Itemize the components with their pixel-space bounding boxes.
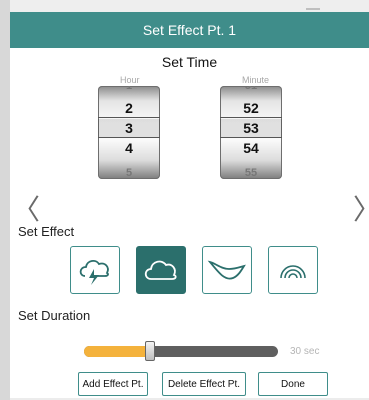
minute-divider xyxy=(220,137,282,138)
minute-picker[interactable]: 51 52 53 54 55 xyxy=(220,86,282,179)
cloud-effect-button[interactable] xyxy=(136,246,186,294)
duration-slider-thumb[interactable] xyxy=(145,341,155,361)
top-strip xyxy=(10,0,369,12)
duration-slider[interactable] xyxy=(84,341,278,361)
hour-value-selected: 3 xyxy=(98,119,160,137)
hour-value: 2 xyxy=(125,100,133,116)
cloud-icon xyxy=(144,260,177,280)
sunset-wave-icon xyxy=(207,260,246,280)
strip-tick xyxy=(306,8,320,10)
sunset-effect-button[interactable] xyxy=(202,246,252,294)
set-time-heading: Set Time xyxy=(161,54,218,70)
storm-effect-button[interactable] xyxy=(70,246,120,294)
delete-effect-point-button[interactable]: Delete Effect Pt. xyxy=(162,372,246,396)
minute-label: Minute xyxy=(242,75,270,85)
minute-divider xyxy=(220,117,282,118)
set-effect-dialog: Set Effect Pt. 1 Set Time Hour Minute 1 … xyxy=(10,12,369,400)
hour-value: 5 xyxy=(125,167,133,179)
hour-value: 4 xyxy=(125,140,133,156)
previous-arrow-icon[interactable]: 〈 xyxy=(12,188,40,228)
done-button[interactable]: Done xyxy=(258,372,328,396)
storm-cloud-icon xyxy=(79,260,109,285)
next-arrow-icon[interactable]: 〉 xyxy=(353,188,369,228)
minute-value: 52 xyxy=(243,100,259,116)
minute-value: 51 xyxy=(244,86,258,92)
duration-value: 30 sec xyxy=(290,346,320,357)
hour-picker[interactable]: 1 2 3 4 5 xyxy=(98,86,160,179)
add-effect-point-button[interactable]: Add Effect Pt. xyxy=(78,372,148,396)
set-effect-heading: Set Effect xyxy=(18,224,75,239)
minute-value-selected: 53 xyxy=(220,119,282,137)
set-duration-heading: Set Duration xyxy=(18,308,91,323)
dialog-title-bar: Set Effect Pt. 1 xyxy=(10,12,369,48)
hour-divider xyxy=(98,117,160,118)
rainbow-icon xyxy=(280,265,306,279)
duration-slider-fill xyxy=(84,346,150,357)
minute-value: 54 xyxy=(243,140,259,156)
hour-divider xyxy=(98,137,160,138)
dialog-title: Set Effect Pt. 1 xyxy=(142,22,237,38)
hour-label: Hour xyxy=(120,75,140,85)
hour-value: 1 xyxy=(125,86,133,92)
rainbow-effect-button[interactable] xyxy=(268,246,318,294)
minute-value: 55 xyxy=(244,167,258,179)
